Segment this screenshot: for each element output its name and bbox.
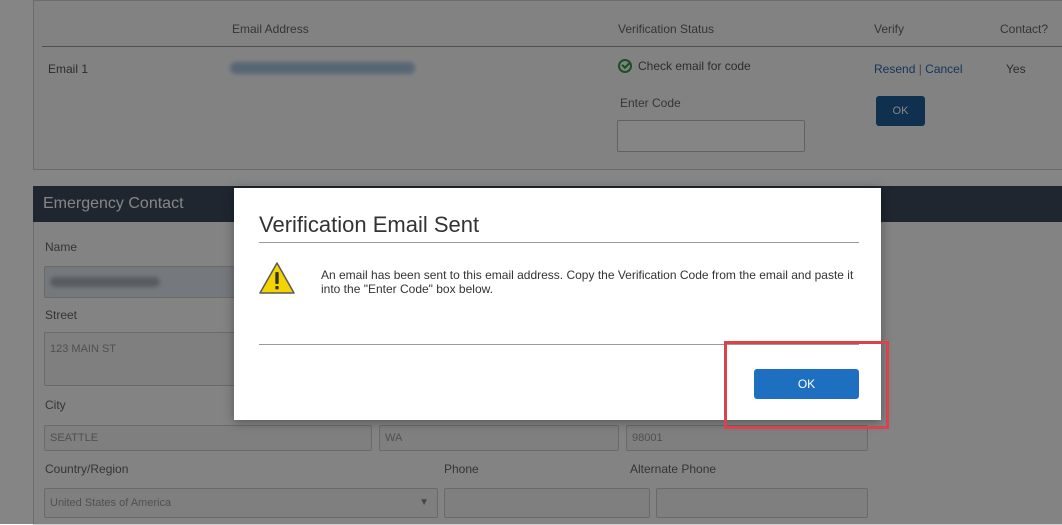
- ok-button-highlight: [724, 341, 889, 429]
- modal-title-divider: [259, 242, 859, 243]
- modal-title: Verification Email Sent: [259, 212, 480, 237]
- modal-message: An email has been sent to this email add…: [321, 268, 854, 296]
- warning-icon: [259, 262, 295, 294]
